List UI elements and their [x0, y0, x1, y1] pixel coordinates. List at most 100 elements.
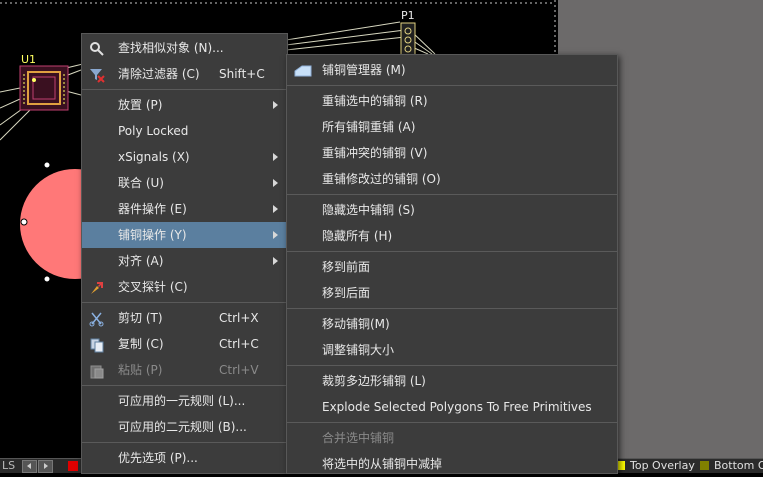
polygon-submenu-item-2[interactable]: 所有铺铜重铺 (A): [287, 114, 617, 140]
menu-item-label: 对齐 (A): [118, 254, 164, 268]
context-menu-item-2[interactable]: 放置 (P): [82, 92, 287, 118]
menu-separator: [82, 89, 287, 90]
menu-item-label: 可应用的一元规则 (L)...: [118, 394, 246, 408]
menu-item-label: 移到前面: [322, 260, 371, 274]
polygon-submenu-item-12[interactable]: Explode Selected Polygons To Free Primit…: [287, 394, 617, 420]
menu-separator: [287, 85, 617, 86]
polygon-manager-icon: [294, 62, 312, 78]
cross-probe-icon: [89, 279, 105, 295]
context-menu-item-13[interactable]: 可应用的一元规则 (L)...: [82, 388, 287, 414]
scissors-icon: [89, 310, 105, 327]
menu-item-label: 铺铜管理器 (M): [322, 63, 406, 77]
menu-item-label: 剪切 (T): [118, 311, 163, 325]
polygon-submenu-item-11[interactable]: 裁剪多边形铺铜 (L): [287, 368, 617, 394]
submenu-arrow-icon: [273, 179, 278, 187]
submenu-arrow-icon: [273, 153, 278, 161]
menu-item-shortcut: Ctrl+C: [219, 337, 259, 351]
menu-item-label: 可应用的二元规则 (B)...: [118, 420, 247, 434]
polygon-submenu-item-6[interactable]: 隐藏所有 (H): [287, 223, 617, 249]
ls-tab[interactable]: LS: [2, 460, 15, 472]
menu-item-label: 重铺选中的铺铜 (R): [322, 94, 428, 108]
context-menu-item-11[interactable]: 复制 (C) Ctrl+C: [82, 331, 287, 357]
polygon-submenu-item-14[interactable]: 将选中的从铺铜中减掉: [287, 451, 617, 477]
menu-item-label: 合并选中铺铜: [322, 431, 395, 445]
menu-item-label: 调整铺铜大小: [322, 343, 395, 357]
polygon-submenu-item-0[interactable]: 铺铜管理器 (M): [287, 57, 617, 83]
component-u1: [19, 65, 69, 111]
menu-item-label: 移到后面: [322, 286, 371, 300]
menu-item-label: 重铺修改过的铺铜 (O): [322, 172, 441, 186]
menu-separator: [287, 422, 617, 423]
paste-icon: [89, 362, 105, 379]
submenu-arrow-icon: [273, 101, 278, 109]
menu-item-label: 优先选项 (P)...: [118, 451, 198, 465]
scroll-right-button[interactable]: [38, 460, 53, 473]
context-menu-item-15[interactable]: 优先选项 (P)...: [82, 445, 287, 471]
submenu-arrow-icon: [273, 257, 278, 265]
menu-item-shortcut: Ctrl+X: [219, 311, 259, 325]
menu-item-label: 清除过滤器 (C): [118, 67, 200, 81]
menu-item-label: 裁剪多边形铺铜 (L): [322, 374, 426, 388]
context-menu-item-3[interactable]: Poly Locked: [82, 118, 287, 144]
polygon-submenu-item-4[interactable]: 重铺修改过的铺铜 (O): [287, 166, 617, 192]
menu-item-label: 铺铜操作 (Y): [118, 228, 187, 242]
context-menu-item-7[interactable]: 铺铜操作 (Y): [82, 222, 287, 248]
menu-item-label: 重铺冲突的铺铜 (V): [322, 146, 428, 160]
polygon-actions-submenu: 铺铜管理器 (M) 重铺选中的铺铜 (R) 所有铺铜重铺 (A) 重铺冲突的铺铜 (V…: [286, 54, 618, 474]
menu-item-label: Explode Selected Polygons To Free Primit…: [322, 400, 592, 414]
menu-item-label: Poly Locked: [118, 124, 189, 138]
component-p1: [400, 22, 416, 56]
menu-item-shortcut: Shift+C: [219, 67, 265, 81]
menu-item-label: 放置 (P): [118, 98, 163, 112]
bottom-overlay-swatch: [700, 461, 709, 470]
context-menu-item-1[interactable]: 清除过滤器 (C) Shift+C: [82, 61, 287, 87]
context-menu-item-0[interactable]: 查找相似对象 (N)...: [82, 35, 287, 61]
context-menu-item-6[interactable]: 器件操作 (E): [82, 196, 287, 222]
layer-tab-top-overlay[interactable]: Top Overlay: [630, 460, 695, 472]
menu-separator: [287, 194, 617, 195]
submenu-arrow-icon: [273, 205, 278, 213]
menu-item-label: 联合 (U): [118, 176, 164, 190]
menu-separator: [82, 442, 287, 443]
menu-item-shortcut: Ctrl+V: [219, 363, 259, 377]
context-menu: 查找相似对象 (N)... 清除过滤器 (C) Shift+C 放置 (P) Poly …: [81, 33, 288, 474]
polygon-submenu-item-13: 合并选中铺铜: [287, 425, 617, 451]
context-menu-item-9[interactable]: 交叉探针 (C): [82, 274, 287, 300]
menu-separator: [287, 365, 617, 366]
context-menu-item-10[interactable]: 剪切 (T) Ctrl+X: [82, 305, 287, 331]
menu-separator: [82, 385, 287, 386]
menu-separator: [287, 251, 617, 252]
context-menu-item-14[interactable]: 可应用的二元规则 (B)...: [82, 414, 287, 440]
menu-item-label: 隐藏所有 (H): [322, 229, 393, 243]
layer-color-swatch[interactable]: [68, 461, 78, 471]
polygon-submenu-item-10[interactable]: 调整铺铜大小: [287, 337, 617, 363]
designator-u1: U1: [21, 53, 37, 66]
context-menu-item-5[interactable]: 联合 (U): [82, 170, 287, 196]
scroll-left-button[interactable]: [22, 460, 37, 473]
submenu-arrow-icon: [273, 231, 278, 239]
polygon-submenu-item-3[interactable]: 重铺冲突的铺铜 (V): [287, 140, 617, 166]
clear-filter-icon: [89, 66, 105, 83]
menu-item-label: 移动铺铜(M): [322, 317, 390, 331]
layer-tab-bottom-overlay[interactable]: Bottom O: [714, 460, 763, 472]
menu-item-label: 将选中的从铺铜中减掉: [322, 457, 443, 471]
polygon-submenu-item-1[interactable]: 重铺选中的铺铜 (R): [287, 88, 617, 114]
polygon-submenu-item-8[interactable]: 移到后面: [287, 280, 617, 306]
menu-item-label: 复制 (C): [118, 337, 164, 351]
menu-item-label: 查找相似对象 (N)...: [118, 41, 224, 55]
designator-p1: P1: [401, 9, 415, 22]
menu-item-label: xSignals (X): [118, 150, 190, 164]
menu-item-label: 交叉探针 (C): [118, 280, 188, 294]
polygon-submenu-item-5[interactable]: 隐藏选中铺铜 (S): [287, 197, 617, 223]
menu-item-label: 隐藏选中铺铜 (S): [322, 203, 415, 217]
polygon-submenu-item-9[interactable]: 移动铺铜(M): [287, 311, 617, 337]
context-menu-item-4[interactable]: xSignals (X): [82, 144, 287, 170]
binoculars-icon: [89, 40, 105, 56]
menu-separator: [82, 302, 287, 303]
context-menu-item-8[interactable]: 对齐 (A): [82, 248, 287, 274]
polygon-submenu-item-7[interactable]: 移到前面: [287, 254, 617, 280]
menu-item-label: 粘贴 (P): [118, 363, 163, 377]
menu-item-label: 所有铺铜重铺 (A): [322, 120, 416, 134]
menu-item-label: 器件操作 (E): [118, 202, 187, 216]
context-menu-item-12: 粘贴 (P) Ctrl+V: [82, 357, 287, 383]
